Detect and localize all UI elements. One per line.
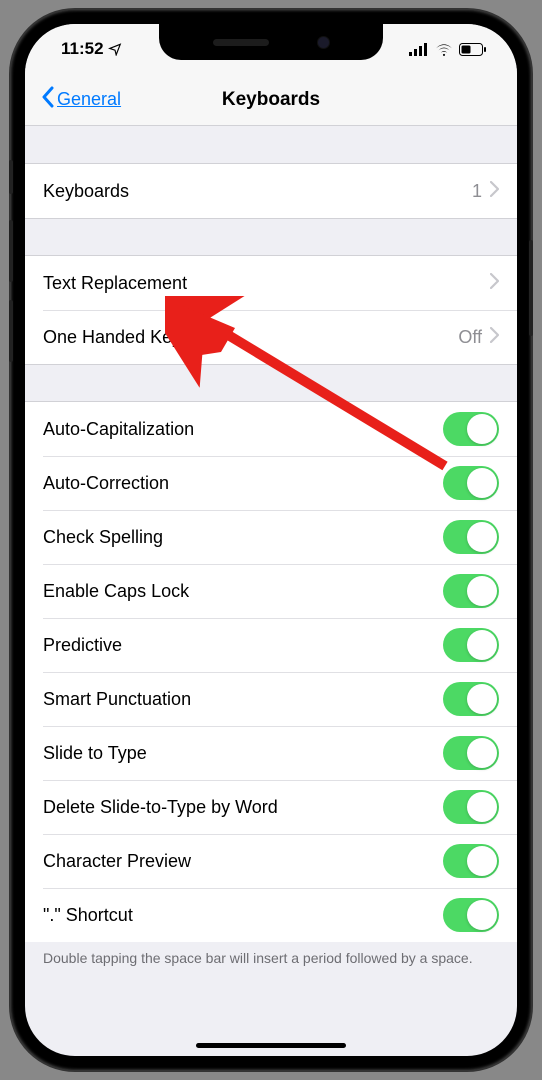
cell-toggle: Predictive (25, 618, 517, 672)
toggle-switch[interactable] (443, 412, 499, 446)
toggle-switch[interactable] (443, 736, 499, 770)
cell-detail: 1 (472, 181, 482, 202)
toggle-switch[interactable] (443, 628, 499, 662)
cell-label: Keyboards (43, 181, 472, 202)
cell-text-replacement[interactable]: Text Replacement (25, 256, 517, 310)
cell-label: Delete Slide-to-Type by Word (43, 797, 443, 818)
chevron-right-icon (490, 273, 499, 294)
battery-icon (459, 43, 487, 56)
cell-label: Slide to Type (43, 743, 443, 764)
cell-label: Predictive (43, 635, 443, 656)
toggle-switch[interactable] (443, 466, 499, 500)
cell-toggle: Auto-Capitalization (25, 402, 517, 456)
back-label: General (57, 89, 121, 110)
cell-label: Text Replacement (43, 273, 490, 294)
toggle-switch[interactable] (443, 682, 499, 716)
cell-label: "." Shortcut (43, 905, 443, 926)
cell-toggle: "." Shortcut (25, 888, 517, 942)
cell-label: Auto-Capitalization (43, 419, 443, 440)
footer-note: Double tapping the space bar will insert… (25, 942, 517, 974)
toggle-switch[interactable] (443, 790, 499, 824)
cell-toggle: Auto-Correction (25, 456, 517, 510)
cell-label: Enable Caps Lock (43, 581, 443, 602)
nav-bar: General Keyboards (25, 74, 517, 126)
chevron-right-icon (490, 181, 499, 202)
back-button[interactable]: General (41, 86, 121, 113)
cell-label: Check Spelling (43, 527, 443, 548)
toggle-switch[interactable] (443, 520, 499, 554)
cell-toggle: Smart Punctuation (25, 672, 517, 726)
cellular-icon (409, 43, 429, 56)
home-indicator[interactable] (196, 1043, 346, 1048)
cell-label: One Handed Keyboard (43, 327, 458, 348)
page-title: Keyboards (222, 89, 320, 111)
cell-one-handed[interactable]: One Handed Keyboard Off (25, 310, 517, 364)
cell-toggle: Enable Caps Lock (25, 564, 517, 618)
cell-detail: Off (458, 327, 482, 348)
cell-label: Character Preview (43, 851, 443, 872)
toggle-switch[interactable] (443, 574, 499, 608)
cell-toggle: Slide to Type (25, 726, 517, 780)
chevron-right-icon (490, 327, 499, 348)
location-icon (108, 42, 122, 56)
wifi-icon (435, 43, 453, 56)
cell-label: Auto-Correction (43, 473, 443, 494)
cell-toggle: Check Spelling (25, 510, 517, 564)
cell-toggle: Delete Slide-to-Type by Word (25, 780, 517, 834)
status-time: 11:52 (61, 39, 104, 59)
cell-label: Smart Punctuation (43, 689, 443, 710)
toggle-switch[interactable] (443, 844, 499, 878)
cell-keyboards[interactable]: Keyboards 1 (25, 164, 517, 218)
cell-toggle: Character Preview (25, 834, 517, 888)
toggle-switch[interactable] (443, 898, 499, 932)
chevron-left-icon (41, 86, 55, 113)
